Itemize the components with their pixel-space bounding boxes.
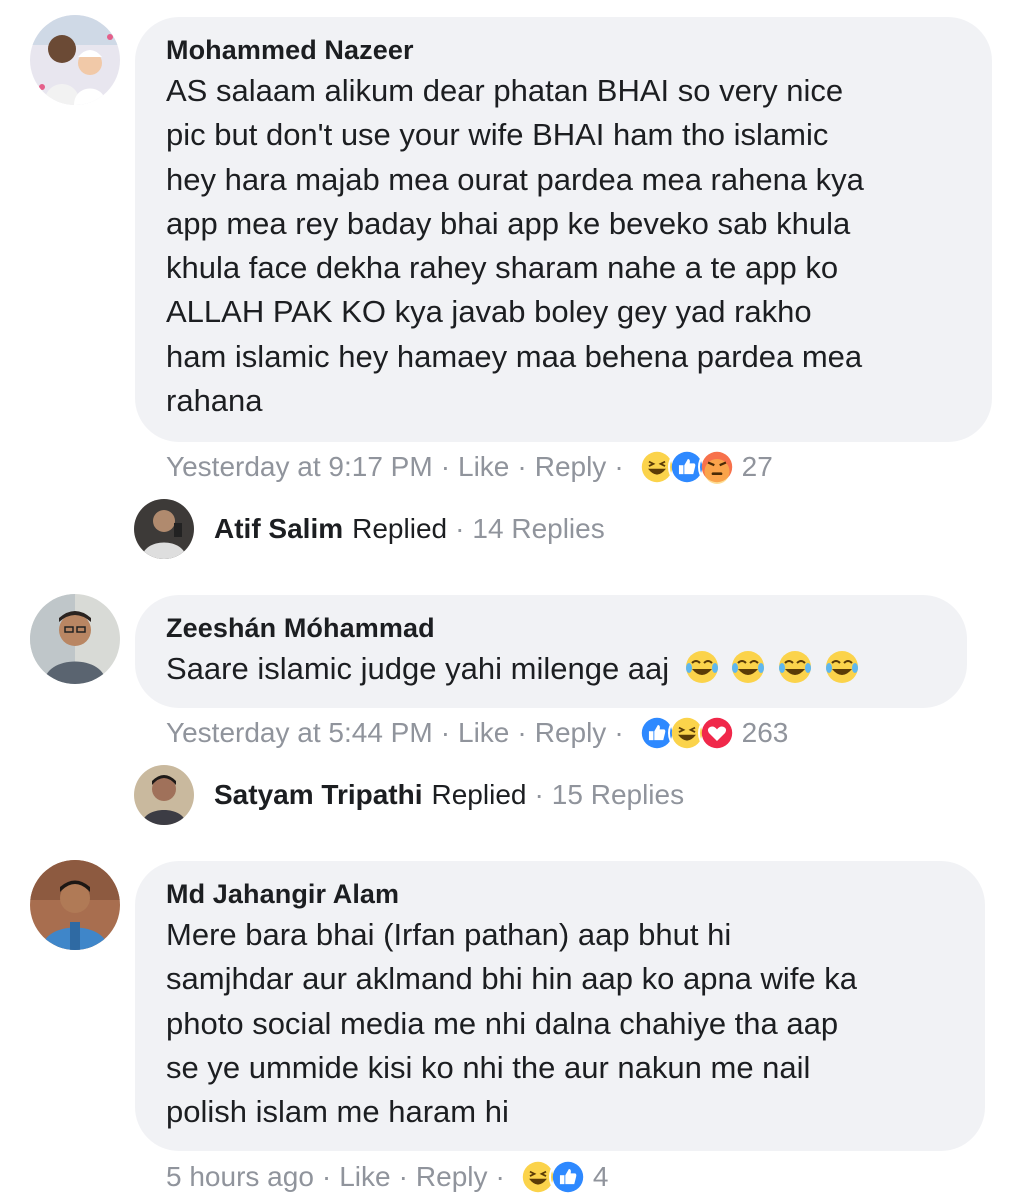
commenter-avatar[interactable]	[30, 594, 120, 684]
replies-summary[interactable]: Satyam Tripathi Replied · 15 Replies	[134, 764, 684, 826]
comment-timestamp[interactable]: Yesterday at 9:17 PM	[166, 451, 433, 483]
commenter-avatar[interactable]	[30, 15, 120, 105]
separator: ·	[321, 1161, 332, 1192]
replier-avatar	[134, 499, 194, 559]
comment-bubble: Zeeshán Móhammad Saare islamic judge yah…	[135, 595, 967, 708]
reply-link[interactable]: Reply	[535, 717, 607, 749]
like-link[interactable]: Like	[458, 717, 509, 749]
comment-text: Mere bara bhai (Irfan pathan) aap bhut h…	[166, 917, 858, 1130]
replied-label: Replied	[431, 779, 527, 810]
reply-link[interactable]: Reply	[416, 1161, 488, 1193]
comment-author[interactable]: Zeeshán Móhammad	[166, 613, 935, 644]
joy-emoji-icon	[779, 651, 812, 683]
reaction-summary[interactable]	[518, 1158, 587, 1196]
comment-bubble: Md Jahangir Alam Mere bara bhai (Irfan p…	[135, 861, 985, 1151]
comment-timestamp[interactable]: Yesterday at 5:44 PM	[166, 717, 433, 749]
comment-meta: 5 hours ago · Like · Reply · 4	[166, 1157, 608, 1197]
joy-emoji-icon	[732, 651, 765, 683]
like-link[interactable]: Like	[458, 451, 509, 483]
comment-author[interactable]: Mohammed Nazeer	[166, 35, 960, 66]
angry-reaction-icon	[697, 448, 736, 486]
commenter-avatar[interactable]	[30, 860, 120, 950]
replies-count[interactable]: 14 Replies	[472, 513, 604, 545]
replier-name[interactable]: Satyam Tripathi	[214, 779, 423, 811]
emoji-group	[684, 651, 862, 686]
separator: ·	[517, 451, 527, 482]
comment-author[interactable]: Md Jahangir Alam	[166, 879, 955, 910]
joy-emoji-icon	[685, 651, 718, 683]
reaction-count[interactable]: 27	[742, 451, 773, 483]
love-reaction-icon	[697, 714, 736, 752]
comment-text: AS salaam alikum dear phatan BHAI so ver…	[166, 73, 864, 419]
separator: ·	[455, 513, 465, 544]
separator: ·	[517, 717, 527, 748]
replier-avatar	[134, 765, 194, 825]
replies-summary[interactable]: Atif Salim Replied · 14 Replies	[134, 498, 605, 560]
comment-timestamp[interactable]: 5 hours ago	[166, 1161, 314, 1193]
replies-count[interactable]: 15 Replies	[552, 779, 684, 811]
comment-bubble: Mohammed Nazeer AS salaam alikum dear ph…	[135, 17, 992, 442]
reaction-summary[interactable]	[637, 448, 736, 486]
separator: ·	[398, 1161, 408, 1192]
like-link[interactable]: Like	[339, 1161, 390, 1193]
replier-name[interactable]: Atif Salim	[214, 513, 343, 545]
comment-text: Saare islamic judge yahi milenge aaj	[166, 647, 935, 691]
reaction-summary[interactable]	[637, 714, 736, 752]
joy-emoji-icon	[825, 651, 858, 683]
reaction-count[interactable]: 4	[593, 1161, 609, 1193]
reaction-count[interactable]: 263	[742, 717, 789, 749]
comment-text-body: Saare islamic judge yahi milenge aaj	[166, 651, 670, 686]
separator: ·	[534, 779, 544, 810]
replied-label: Replied	[352, 513, 448, 544]
comment-meta: Yesterday at 9:17 PM · Like · Reply · 27	[166, 447, 773, 487]
separator: ·	[495, 1161, 505, 1192]
like-reaction-icon	[548, 1158, 587, 1196]
reply-link[interactable]: Reply	[535, 451, 607, 483]
separator: ·	[614, 717, 624, 748]
separator: ·	[440, 717, 451, 748]
separator: ·	[440, 451, 451, 482]
comments-thread: Mohammed Nazeer AS salaam alikum dear ph…	[0, 0, 1026, 1200]
separator: ·	[614, 451, 624, 482]
comment-meta: Yesterday at 5:44 PM · Like · Reply · 26…	[166, 713, 788, 753]
